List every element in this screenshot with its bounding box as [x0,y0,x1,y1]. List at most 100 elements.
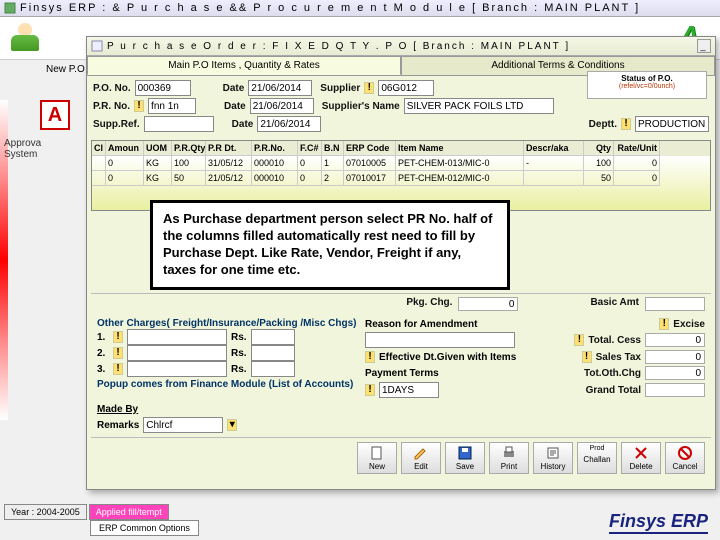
sales-tax-value: 0 [645,350,705,364]
supp-ref-input[interactable] [144,116,214,132]
col-erp: ERP Code [344,141,396,156]
status-sub: (refel/vc=0/0unch) [590,83,704,90]
chg2-input[interactable] [127,345,227,361]
challan-button[interactable]: ProdChallan [577,442,617,474]
chg2-lookup-icon[interactable]: ! [113,347,123,359]
cancel-button[interactable]: Cancel [665,442,705,474]
annotation-callout: As Purchase department person select PR … [150,200,510,290]
supplier-code-input[interactable] [378,80,434,96]
col-rate: Rate/Unit [614,141,660,156]
left-labels: Approva System [4,124,64,160]
erp-options-button[interactable]: ERP Common Options [90,520,199,536]
po-titlebar: P u r c h a s e O r d e r : F I X E D Q … [87,37,715,56]
chg3-lookup-icon[interactable]: ! [113,363,123,375]
tot-oth-value: 0 [645,366,705,380]
chg1-lookup-icon[interactable]: ! [113,331,123,343]
po-no-label: P.O. No. [93,83,131,94]
col-prno: P.R.No. [252,141,298,156]
chg3-amt[interactable] [251,361,295,377]
user-avatar-icon[interactable] [8,21,42,55]
pr-no-input[interactable] [148,98,196,114]
payment-terms-input[interactable] [379,382,439,398]
deptt-label: Deptt. [589,119,617,130]
basic-amt-value [645,297,705,311]
po-window-icon [91,40,103,52]
po-window-title: P u r c h a s e O r d e r : F I X E D Q … [107,41,570,52]
col-desc: Descr/aka [524,141,584,156]
pkg-chg-value: 0 [458,297,518,311]
remarks-input[interactable] [143,417,223,433]
date1-label: Date [223,83,245,94]
made-by-label: Made By [97,404,138,415]
excise-lookup-icon[interactable]: ! [659,318,669,330]
total-cess-label: Total. Cess [588,335,641,346]
save-button[interactable]: Save [445,442,485,474]
supplier-lookup-icon[interactable]: ! [364,82,374,94]
col-uom: UOM [144,141,172,156]
new-po-label[interactable]: New P.O [46,64,85,75]
delete-button[interactable]: Delete [621,442,661,474]
col-item: Item Name [396,141,524,156]
suppliers-name-label: Supplier's Name [322,101,400,112]
minimize-icon[interactable]: _ [697,39,711,53]
table-row[interactable]: 0 KG 100 31/05/12 000010 0 1 07010005 PE… [92,156,710,171]
col-cl: Cl [92,141,106,156]
cess-lookup-icon[interactable]: ! [574,334,584,346]
col-fc: F.C# [298,141,322,156]
grid-header: Cl Amoun UOM P.R.Qty. P.R Dt. P.R.No. F.… [92,141,710,156]
date3-label: Date [232,119,254,130]
reason-label: Reason for Amendment [365,319,477,330]
sales-tax-label: Sales Tax [596,352,641,363]
deptt-input[interactable] [635,116,709,132]
tot-oth-label: Tot.Oth.Chg [584,368,641,379]
remarks-dropdown-icon[interactable]: ▾ [227,419,237,431]
date1-input[interactable] [248,80,312,96]
excise-label: Excise [673,319,705,330]
salestax-lookup-icon[interactable]: ! [582,351,592,363]
payment-lookup-icon[interactable]: ! [365,384,375,396]
brand-logo: Finsys ERP [609,511,708,534]
history-button[interactable]: History [533,442,573,474]
footer-strip: Year : 2004-2005 Applied fill/tempt [4,504,169,520]
new-button[interactable]: New [357,442,397,474]
po-no-input[interactable] [135,80,191,96]
chg1-amt[interactable] [251,329,295,345]
pr-no-label: P.R. No. [93,101,130,112]
status-title: Status of P.O. [590,74,704,83]
print-button[interactable]: Print [489,442,529,474]
chg2-amt[interactable] [251,345,295,361]
suppliers-name-input[interactable] [404,98,554,114]
chg3-input[interactable] [127,361,227,377]
remarks-label: Remarks [97,420,139,431]
system-label: System [4,149,64,160]
date2-input[interactable] [250,98,314,114]
supp-ref-label: Supp.Ref. [93,119,140,130]
tab-main-items[interactable]: Main P.O Items , Quantity & Rates [87,56,401,75]
lower-section: Pkg. Chg. 0 Basic Amt Other Charges( Fre… [87,291,715,480]
date2-label: Date [224,101,246,112]
date3-input[interactable] [257,116,321,132]
popup-note: Popup comes from Finance Module (List of… [97,379,357,390]
effdt-lookup-icon[interactable]: ! [365,351,375,363]
deptt-lookup-icon[interactable]: ! [621,118,631,130]
grand-total-label: Grand Total [586,385,641,396]
app-icon [4,2,16,14]
edit-button[interactable]: Edit [401,442,441,474]
year-box[interactable]: Year : 2004-2005 [4,504,87,520]
basic-amt-label: Basic Amt [590,297,639,311]
col-prqty: P.R.Qty. [172,141,206,156]
pr-no-lookup-icon[interactable]: ! [134,100,144,112]
app-titlebar: Finsys ERP : & P u r c h a s e && P r o … [0,0,720,17]
effective-dt-label: Effective Dt.Given with Items [379,352,516,363]
rs-label: Rs. [231,332,247,343]
reason-input[interactable] [365,332,515,348]
pkg-chg-label: Pkg. Chg. [406,297,452,311]
cess-value: 0 [645,333,705,347]
status-of-po: Status of P.O. (refel/vc=0/0unch) [587,71,707,99]
chg1-input[interactable] [127,329,227,345]
app-title: Finsys ERP : & P u r c h a s e && P r o … [20,2,640,14]
approval-label: Approva [4,138,64,149]
other-charges-title: Other Charges( Freight/Insurance/Packing… [97,318,357,329]
table-row[interactable]: 0 KG 50 21/05/12 000010 0 2 07010017 PET… [92,171,710,186]
pink-box[interactable]: Applied fill/tempt [89,504,169,520]
